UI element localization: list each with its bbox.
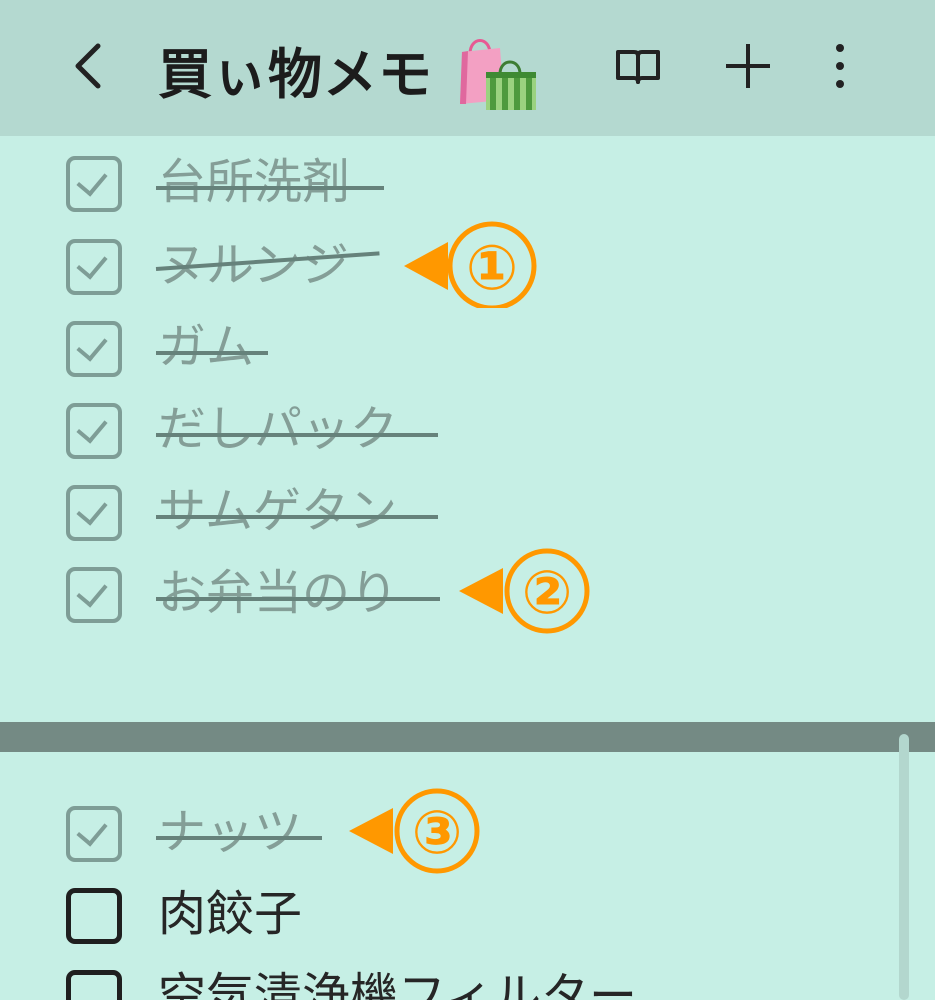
list-item[interactable]: だしパック xyxy=(62,393,762,463)
item-label: だしパック xyxy=(158,401,399,457)
annotation-marker-3: ③ xyxy=(412,798,463,868)
item-label: 台所洗剤 xyxy=(158,154,351,210)
strikethrough xyxy=(156,515,438,519)
list-item[interactable]: 空気清浄機フィルター xyxy=(62,960,762,1000)
list-item[interactable]: 肉餃子 xyxy=(62,878,762,948)
checkbox-checked[interactable] xyxy=(66,239,122,295)
more-vertical-icon[interactable] xyxy=(810,36,870,96)
list-item[interactable]: 台所洗剤 xyxy=(62,146,762,216)
checkbox-unchecked[interactable] xyxy=(66,970,122,1000)
checked-items-section: 台所洗剤 ヌルンジ ガム だしパック サムゲタン お弁当のり ① ② xyxy=(0,136,935,724)
checkbox-checked[interactable] xyxy=(66,567,122,623)
item-label: ナッツ xyxy=(158,804,303,860)
strikethrough xyxy=(156,186,384,190)
annotation-arrow-2: ② xyxy=(459,548,590,634)
app-header: 買ぃ物メモ xyxy=(0,0,935,136)
annotation-marker-2: ② xyxy=(522,558,573,628)
shopping-bags-icon xyxy=(460,39,536,110)
item-label: サムゲタン xyxy=(158,483,398,539)
list-item[interactable]: サムゲタン xyxy=(62,475,762,545)
checkbox-checked[interactable] xyxy=(66,321,122,377)
checkbox-checked[interactable] xyxy=(66,156,122,212)
strikethrough xyxy=(156,433,438,437)
checkbox-checked[interactable] xyxy=(66,403,122,459)
item-label: ガム xyxy=(158,319,255,375)
annotation-arrow-3: ③ xyxy=(349,788,480,874)
strikethrough xyxy=(156,351,268,355)
list-item[interactable]: ガム xyxy=(62,311,762,381)
item-label: 空気清浄機フィルター xyxy=(158,968,638,1000)
item-label: お弁当のり xyxy=(158,565,399,621)
unchecked-items-section: ナッツ 肉餃子 空気清浄機フィルター ③ xyxy=(0,752,935,1000)
section-divider xyxy=(0,722,935,752)
annotation-marker-1: ① xyxy=(466,231,519,304)
item-label: 肉餃子 xyxy=(158,886,303,942)
page-title: 買ぃ物メモ xyxy=(158,43,433,106)
chevron-left-icon[interactable] xyxy=(60,36,120,96)
strikethrough xyxy=(156,597,440,601)
scrollbar[interactable] xyxy=(899,734,909,1000)
book-open-icon[interactable] xyxy=(608,36,668,96)
checkbox-checked[interactable] xyxy=(66,806,122,862)
plus-icon[interactable] xyxy=(718,36,778,96)
strikethrough xyxy=(156,836,322,840)
checkbox-unchecked[interactable] xyxy=(66,888,122,944)
checkbox-checked[interactable] xyxy=(66,485,122,541)
annotation-arrow-1: ① xyxy=(404,221,537,308)
list-item[interactable]: お弁当のり xyxy=(62,557,762,627)
